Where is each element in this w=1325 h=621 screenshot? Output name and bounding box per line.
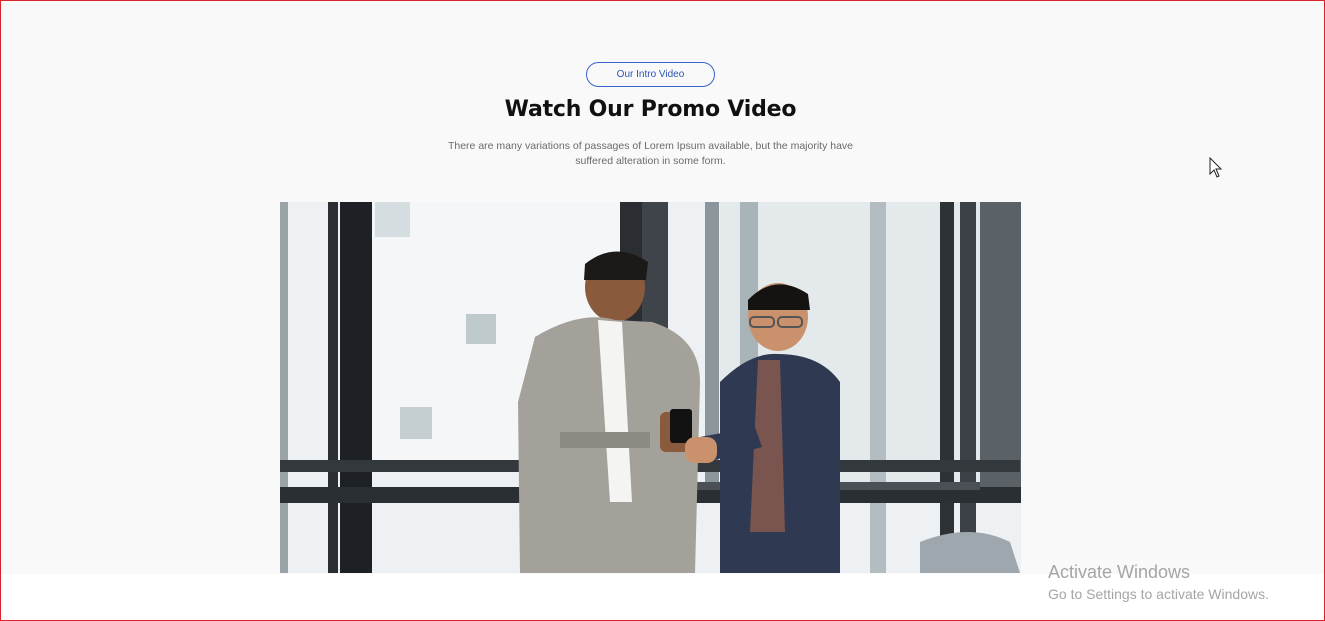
mouse-cursor-icon [1209, 157, 1223, 178]
watermark-subtitle: Go to Settings to activate Windows. [1048, 586, 1269, 602]
office-scene-image [280, 202, 1021, 573]
section-title: Watch Our Promo Video [504, 97, 797, 122]
section-description: There are many variations of passages of… [447, 140, 854, 167]
activate-windows-watermark: Activate Windows Go to Settings to activ… [1048, 561, 1269, 604]
watermark-title: Activate Windows [1048, 562, 1191, 582]
promo-video-section: Our Intro Video Watch Our Promo Video Th… [1, 1, 1324, 574]
promo-video-thumbnail[interactable] [280, 202, 1021, 573]
intro-video-badge[interactable]: Our Intro Video [586, 62, 715, 87]
